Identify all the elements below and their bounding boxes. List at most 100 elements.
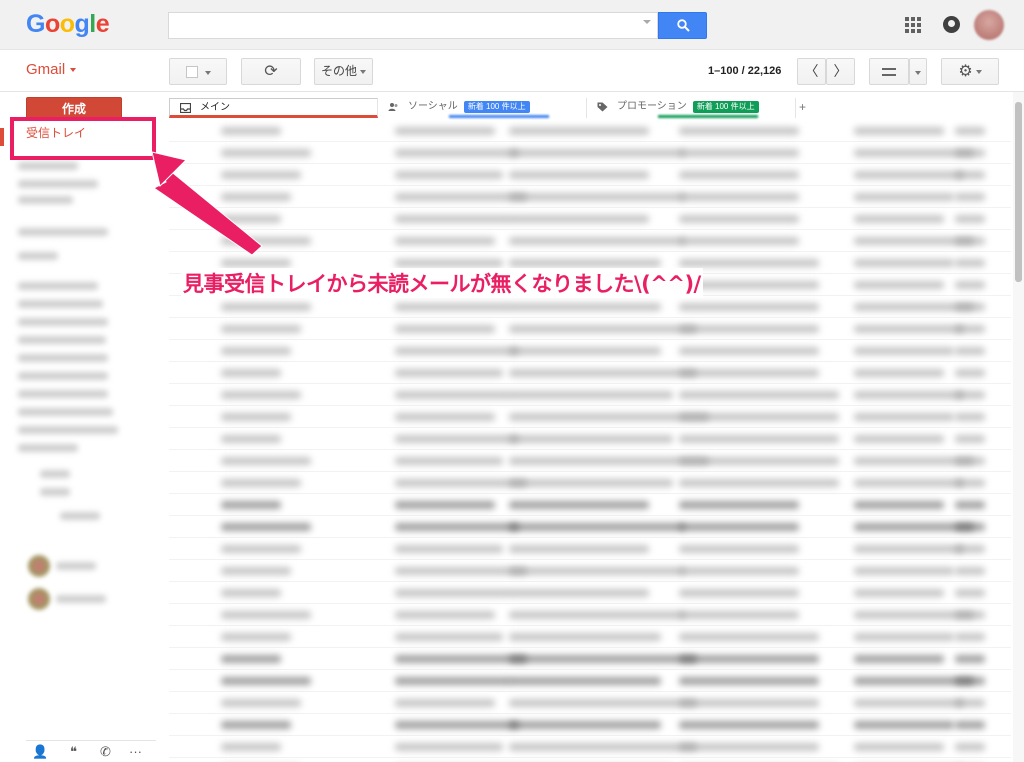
blurred-text bbox=[679, 457, 839, 465]
more-button[interactable]: その他 bbox=[314, 58, 373, 85]
blurred-text bbox=[679, 677, 819, 685]
blurred-text bbox=[854, 435, 944, 443]
more-icon[interactable]: ··· bbox=[129, 744, 142, 759]
tab-color-bar bbox=[658, 115, 758, 118]
blurred-text bbox=[221, 589, 281, 597]
email-row[interactable] bbox=[169, 582, 1011, 604]
email-row[interactable] bbox=[169, 120, 1011, 142]
sidebar-item[interactable] bbox=[18, 318, 108, 326]
display-density-dropdown[interactable] bbox=[909, 58, 927, 85]
sidebar-item[interactable] bbox=[18, 354, 108, 362]
email-row[interactable] bbox=[169, 428, 1011, 450]
email-row[interactable] bbox=[169, 230, 1011, 252]
email-row[interactable] bbox=[169, 208, 1011, 230]
chat-contact-avatar[interactable] bbox=[28, 555, 50, 577]
blurred-text bbox=[955, 369, 985, 377]
sidebar-item[interactable] bbox=[18, 300, 103, 308]
blurred-text bbox=[395, 413, 495, 421]
sidebar-item[interactable] bbox=[18, 252, 58, 260]
settings-button[interactable]: ⚙ bbox=[941, 58, 999, 85]
sidebar-item[interactable] bbox=[18, 372, 108, 380]
email-row[interactable] bbox=[169, 406, 1011, 428]
sidebar-item[interactable] bbox=[40, 488, 70, 496]
email-row[interactable] bbox=[169, 164, 1011, 186]
email-row[interactable] bbox=[169, 340, 1011, 362]
blurred-text bbox=[395, 633, 503, 641]
tab-promotions[interactable]: プロモーション 新着 100 件以上 bbox=[587, 98, 796, 118]
blurred-text bbox=[221, 743, 281, 751]
email-row[interactable] bbox=[169, 692, 1011, 714]
gmail-menu[interactable]: Gmail bbox=[26, 61, 77, 78]
blurred-text bbox=[854, 281, 944, 289]
blurred-text bbox=[955, 435, 985, 443]
blurred-text bbox=[679, 721, 819, 729]
sidebar-item[interactable] bbox=[40, 470, 70, 478]
email-row[interactable] bbox=[169, 186, 1011, 208]
notifications-icon[interactable] bbox=[943, 16, 960, 33]
blurred-text bbox=[509, 369, 697, 377]
email-row[interactable] bbox=[169, 494, 1011, 516]
refresh-button[interactable]: ⟳ bbox=[241, 58, 301, 85]
email-row[interactable] bbox=[169, 648, 1011, 670]
email-row[interactable] bbox=[169, 560, 1011, 582]
next-page-button[interactable]: 〉 bbox=[826, 58, 855, 85]
sidebar-item[interactable] bbox=[18, 228, 108, 236]
email-row[interactable] bbox=[169, 142, 1011, 164]
search-button[interactable] bbox=[658, 12, 707, 39]
blurred-text bbox=[679, 369, 819, 377]
phone-icon[interactable]: ✆ bbox=[100, 744, 111, 760]
apps-grid-icon[interactable] bbox=[905, 17, 921, 33]
blurred-text bbox=[509, 435, 673, 443]
blurred-text bbox=[395, 127, 495, 135]
email-row[interactable] bbox=[169, 472, 1011, 494]
email-row[interactable] bbox=[169, 318, 1011, 340]
search-input[interactable] bbox=[168, 12, 658, 39]
tab-primary[interactable]: メイン bbox=[169, 98, 378, 118]
email-row[interactable] bbox=[169, 362, 1011, 384]
add-tab-icon[interactable]: + bbox=[799, 100, 806, 114]
person-icon[interactable]: 👤 bbox=[32, 744, 50, 762]
email-row[interactable] bbox=[169, 296, 1011, 318]
sidebar-item[interactable] bbox=[18, 180, 98, 188]
sidebar-item[interactable] bbox=[18, 196, 73, 204]
email-row[interactable] bbox=[169, 714, 1011, 736]
blurred-text bbox=[509, 655, 697, 663]
blurred-text bbox=[509, 677, 661, 685]
blurred-text bbox=[509, 303, 661, 311]
sidebar-item[interactable] bbox=[60, 512, 100, 520]
scrollbar[interactable] bbox=[1013, 92, 1024, 762]
email-row[interactable] bbox=[169, 538, 1011, 560]
sidebar-item[interactable] bbox=[18, 426, 118, 434]
blurred-text bbox=[955, 457, 985, 465]
email-row[interactable] bbox=[169, 758, 1011, 762]
scroll-thumb[interactable] bbox=[1015, 102, 1022, 282]
account-avatar[interactable] bbox=[974, 10, 1004, 40]
google-logo[interactable]: Google bbox=[26, 10, 110, 39]
blurred-text bbox=[955, 523, 985, 531]
sidebar-item[interactable] bbox=[18, 390, 108, 398]
sidebar-item[interactable] bbox=[18, 162, 78, 170]
chat-contact-avatar[interactable] bbox=[28, 588, 50, 610]
blurred-text bbox=[395, 655, 527, 663]
email-row[interactable] bbox=[169, 626, 1011, 648]
email-row[interactable] bbox=[169, 450, 1011, 472]
email-row[interactable] bbox=[169, 516, 1011, 538]
sidebar-item[interactable] bbox=[18, 282, 98, 290]
blurred-text bbox=[679, 743, 819, 751]
email-row[interactable] bbox=[169, 384, 1011, 406]
sidebar-item[interactable] bbox=[18, 336, 106, 344]
tab-social[interactable]: ソーシャル 新着 100 件以上 bbox=[378, 98, 587, 118]
email-row[interactable] bbox=[169, 604, 1011, 626]
sidebar-item[interactable] bbox=[18, 408, 113, 416]
blurred-text bbox=[395, 523, 519, 531]
previous-page-button[interactable]: 〈 bbox=[797, 58, 826, 85]
sidebar-item[interactable] bbox=[18, 444, 78, 452]
email-row[interactable] bbox=[169, 736, 1011, 758]
display-density-button[interactable] bbox=[869, 58, 909, 85]
search-options-dropdown-icon[interactable] bbox=[643, 20, 651, 24]
email-row[interactable] bbox=[169, 670, 1011, 692]
hangouts-icon[interactable]: ❝ bbox=[70, 744, 77, 760]
blurred-text bbox=[955, 127, 985, 135]
people-icon bbox=[388, 103, 398, 111]
select-checkbox-button[interactable] bbox=[169, 58, 227, 85]
